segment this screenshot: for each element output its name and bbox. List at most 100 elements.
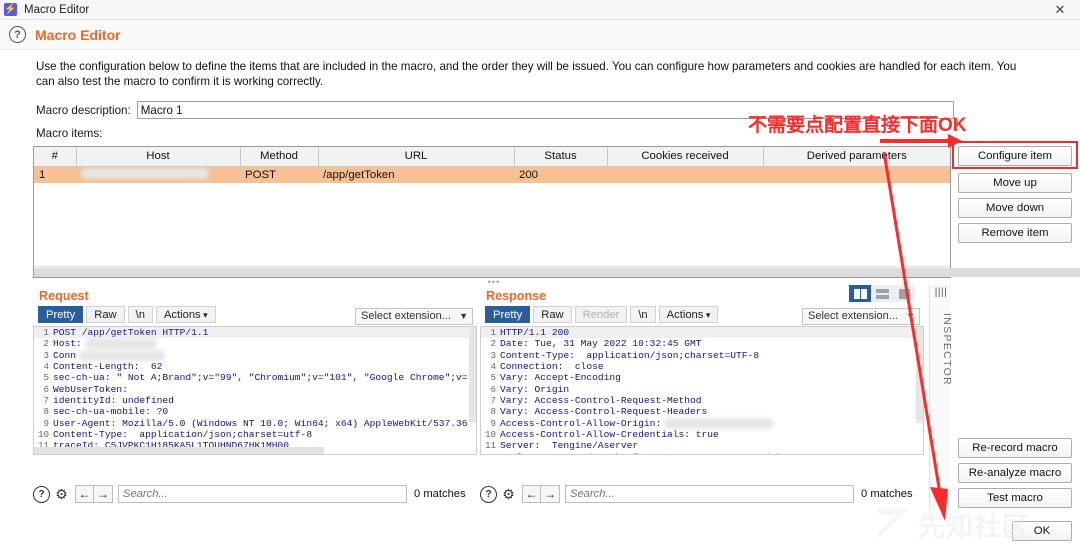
window-title-bar: ⚡ Macro Editor ✕ bbox=[0, 0, 1080, 20]
tab-request-raw[interactable]: Raw bbox=[86, 306, 124, 323]
request-line: sec-ch-ua-mobile: ?0 bbox=[53, 406, 168, 417]
scrollbar-thumb[interactable] bbox=[34, 447, 324, 454]
split-vertical-icon[interactable] bbox=[849, 285, 871, 302]
search-next-icon[interactable]: → bbox=[541, 485, 560, 503]
line-number: 8 bbox=[34, 406, 53, 417]
tab-response-render[interactable]: Render bbox=[575, 306, 628, 323]
search-matches-count: 0 matches bbox=[861, 488, 913, 500]
request-line: WebUserToken: bbox=[53, 384, 128, 395]
watermark: 先知社区 bbox=[878, 505, 1030, 544]
response-line: Vary: Access-Control-Request-Headers bbox=[500, 406, 707, 417]
tab-response-raw[interactable]: Raw bbox=[533, 306, 571, 323]
page-title: Macro Editor bbox=[35, 27, 121, 43]
panel-splitter-handle[interactable]: ••• bbox=[483, 278, 505, 285]
response-tabbar: Pretty Raw Render \n Actions Select exte… bbox=[480, 306, 924, 323]
column-header-num[interactable]: # bbox=[34, 147, 76, 166]
redacted-connection-value bbox=[79, 350, 165, 361]
request-line: identityId: undefined bbox=[53, 395, 174, 406]
response-line: Connection: close bbox=[500, 361, 604, 372]
inspector-rail[interactable]: |||| INSPECTOR bbox=[929, 285, 951, 510]
request-extension-select[interactable]: Select extension... ▼ bbox=[355, 308, 473, 325]
search-next-icon[interactable]: → bbox=[94, 485, 113, 503]
line-number: 8 bbox=[481, 406, 500, 417]
help-icon[interactable]: ? bbox=[9, 26, 26, 43]
cell-status: 200 bbox=[514, 166, 607, 183]
redacted-host bbox=[81, 168, 209, 179]
line-number: 10 bbox=[34, 429, 53, 440]
response-line: Access-Control-Allow-Origin: bbox=[500, 418, 661, 429]
request-line: Host: bbox=[53, 338, 82, 349]
line-number: 3 bbox=[481, 350, 500, 361]
response-actions-menu[interactable]: Actions bbox=[659, 306, 719, 323]
cell-url: /app/getToken bbox=[318, 166, 514, 183]
configure-item-button[interactable]: Configure item bbox=[958, 146, 1072, 166]
burp-lightning-icon: ⚡ bbox=[4, 3, 17, 16]
view-layout-toggle-group bbox=[849, 285, 915, 302]
window-title: Macro Editor bbox=[24, 4, 89, 16]
remove-item-button[interactable]: Remove item bbox=[958, 223, 1072, 243]
close-icon[interactable]: ✕ bbox=[1040, 0, 1080, 20]
line-number: 12 bbox=[481, 452, 500, 455]
request-horizontal-scrollbar[interactable] bbox=[34, 447, 476, 454]
help-icon[interactable]: ? bbox=[480, 486, 497, 503]
table-header-row: # Host Method URL Status Cookies receive… bbox=[34, 147, 950, 166]
tab-response-pretty[interactable]: Pretty bbox=[485, 306, 530, 323]
tab-response-newline[interactable]: \n bbox=[630, 306, 655, 323]
line-number: 10 bbox=[481, 429, 500, 440]
scrollbar-thumb[interactable] bbox=[34, 268, 1080, 277]
test-macro-button[interactable]: Test macro bbox=[958, 488, 1072, 508]
search-input[interactable] bbox=[118, 485, 407, 503]
line-number: 3 bbox=[34, 350, 53, 361]
response-vertical-scrollbar[interactable] bbox=[916, 327, 923, 454]
ok-button[interactable]: OK bbox=[1012, 521, 1072, 541]
request-code-area[interactable]: 1POST /app/getToken HTTP/1.1 2Host: 3Con… bbox=[33, 326, 477, 455]
line-number: 7 bbox=[481, 395, 500, 406]
column-header-host[interactable]: Host bbox=[76, 147, 240, 166]
response-line: Date: Tue, 31 May 2022 10:32:45 GMT bbox=[500, 338, 702, 349]
search-input[interactable] bbox=[565, 485, 854, 503]
response-line: HTTP/1.1 200 bbox=[500, 327, 569, 338]
request-vertical-scrollbar[interactable] bbox=[469, 327, 476, 454]
re-record-macro-button[interactable]: Re-record macro bbox=[958, 438, 1072, 458]
tab-request-newline[interactable]: \n bbox=[128, 306, 153, 323]
response-line: Vary: Accept-Encoding bbox=[500, 372, 621, 383]
scrollbar-thumb[interactable] bbox=[469, 327, 476, 423]
search-prev-icon[interactable]: ← bbox=[522, 485, 541, 503]
search-matches-count: 0 matches bbox=[414, 488, 466, 500]
line-number: 11 bbox=[481, 440, 500, 451]
line-number: 2 bbox=[481, 338, 500, 349]
gear-icon[interactable]: ⚙ bbox=[500, 486, 517, 503]
request-line: Conn bbox=[53, 350, 76, 361]
grip-icon[interactable]: |||| bbox=[930, 285, 952, 299]
split-horizontal-icon[interactable] bbox=[871, 285, 893, 302]
help-icon[interactable]: ? bbox=[33, 486, 50, 503]
response-code-area[interactable]: 1HTTP/1.1 200 2Date: Tue, 31 May 2022 10… bbox=[480, 326, 924, 455]
search-prev-icon[interactable]: ← bbox=[75, 485, 94, 503]
request-actions-menu[interactable]: Actions bbox=[156, 306, 216, 323]
gear-icon[interactable]: ⚙ bbox=[53, 486, 70, 503]
tab-request-pretty[interactable]: Pretty bbox=[38, 306, 83, 323]
move-down-button[interactable]: Move down bbox=[958, 198, 1072, 218]
table-row[interactable]: 1 POST /app/getToken 200 bbox=[34, 166, 950, 183]
single-pane-icon[interactable] bbox=[893, 285, 915, 302]
request-tabbar: Pretty Raw \n Actions Select extension..… bbox=[33, 306, 477, 323]
line-number: 1 bbox=[481, 327, 500, 338]
column-header-method[interactable]: Method bbox=[240, 147, 318, 166]
macro-items-table[interactable]: # Host Method URL Status Cookies receive… bbox=[33, 146, 951, 278]
column-header-cookies[interactable]: Cookies received bbox=[607, 147, 763, 166]
macro-description-input[interactable] bbox=[137, 101, 954, 119]
scrollbar-thumb[interactable] bbox=[916, 327, 923, 423]
re-analyze-macro-button[interactable]: Re-analyze macro bbox=[958, 463, 1072, 483]
response-line: Access-Control-Allow-Credentials: true bbox=[500, 429, 719, 440]
column-header-derived[interactable]: Derived parameters bbox=[763, 147, 950, 166]
column-header-status[interactable]: Status bbox=[514, 147, 607, 166]
response-extension-select[interactable]: Select extension... ▼ bbox=[802, 308, 920, 325]
line-number: 4 bbox=[34, 361, 53, 372]
column-header-url[interactable]: URL bbox=[318, 147, 514, 166]
move-up-button[interactable]: Move up bbox=[958, 173, 1072, 193]
chevron-down-icon: ▼ bbox=[906, 309, 915, 324]
request-search-bar: ? ⚙ ← → 0 matches bbox=[33, 485, 466, 503]
cell-cookies bbox=[607, 166, 763, 183]
inspector-tab-label[interactable]: INSPECTOR bbox=[930, 313, 952, 386]
table-horizontal-scrollbar[interactable] bbox=[34, 266, 950, 277]
